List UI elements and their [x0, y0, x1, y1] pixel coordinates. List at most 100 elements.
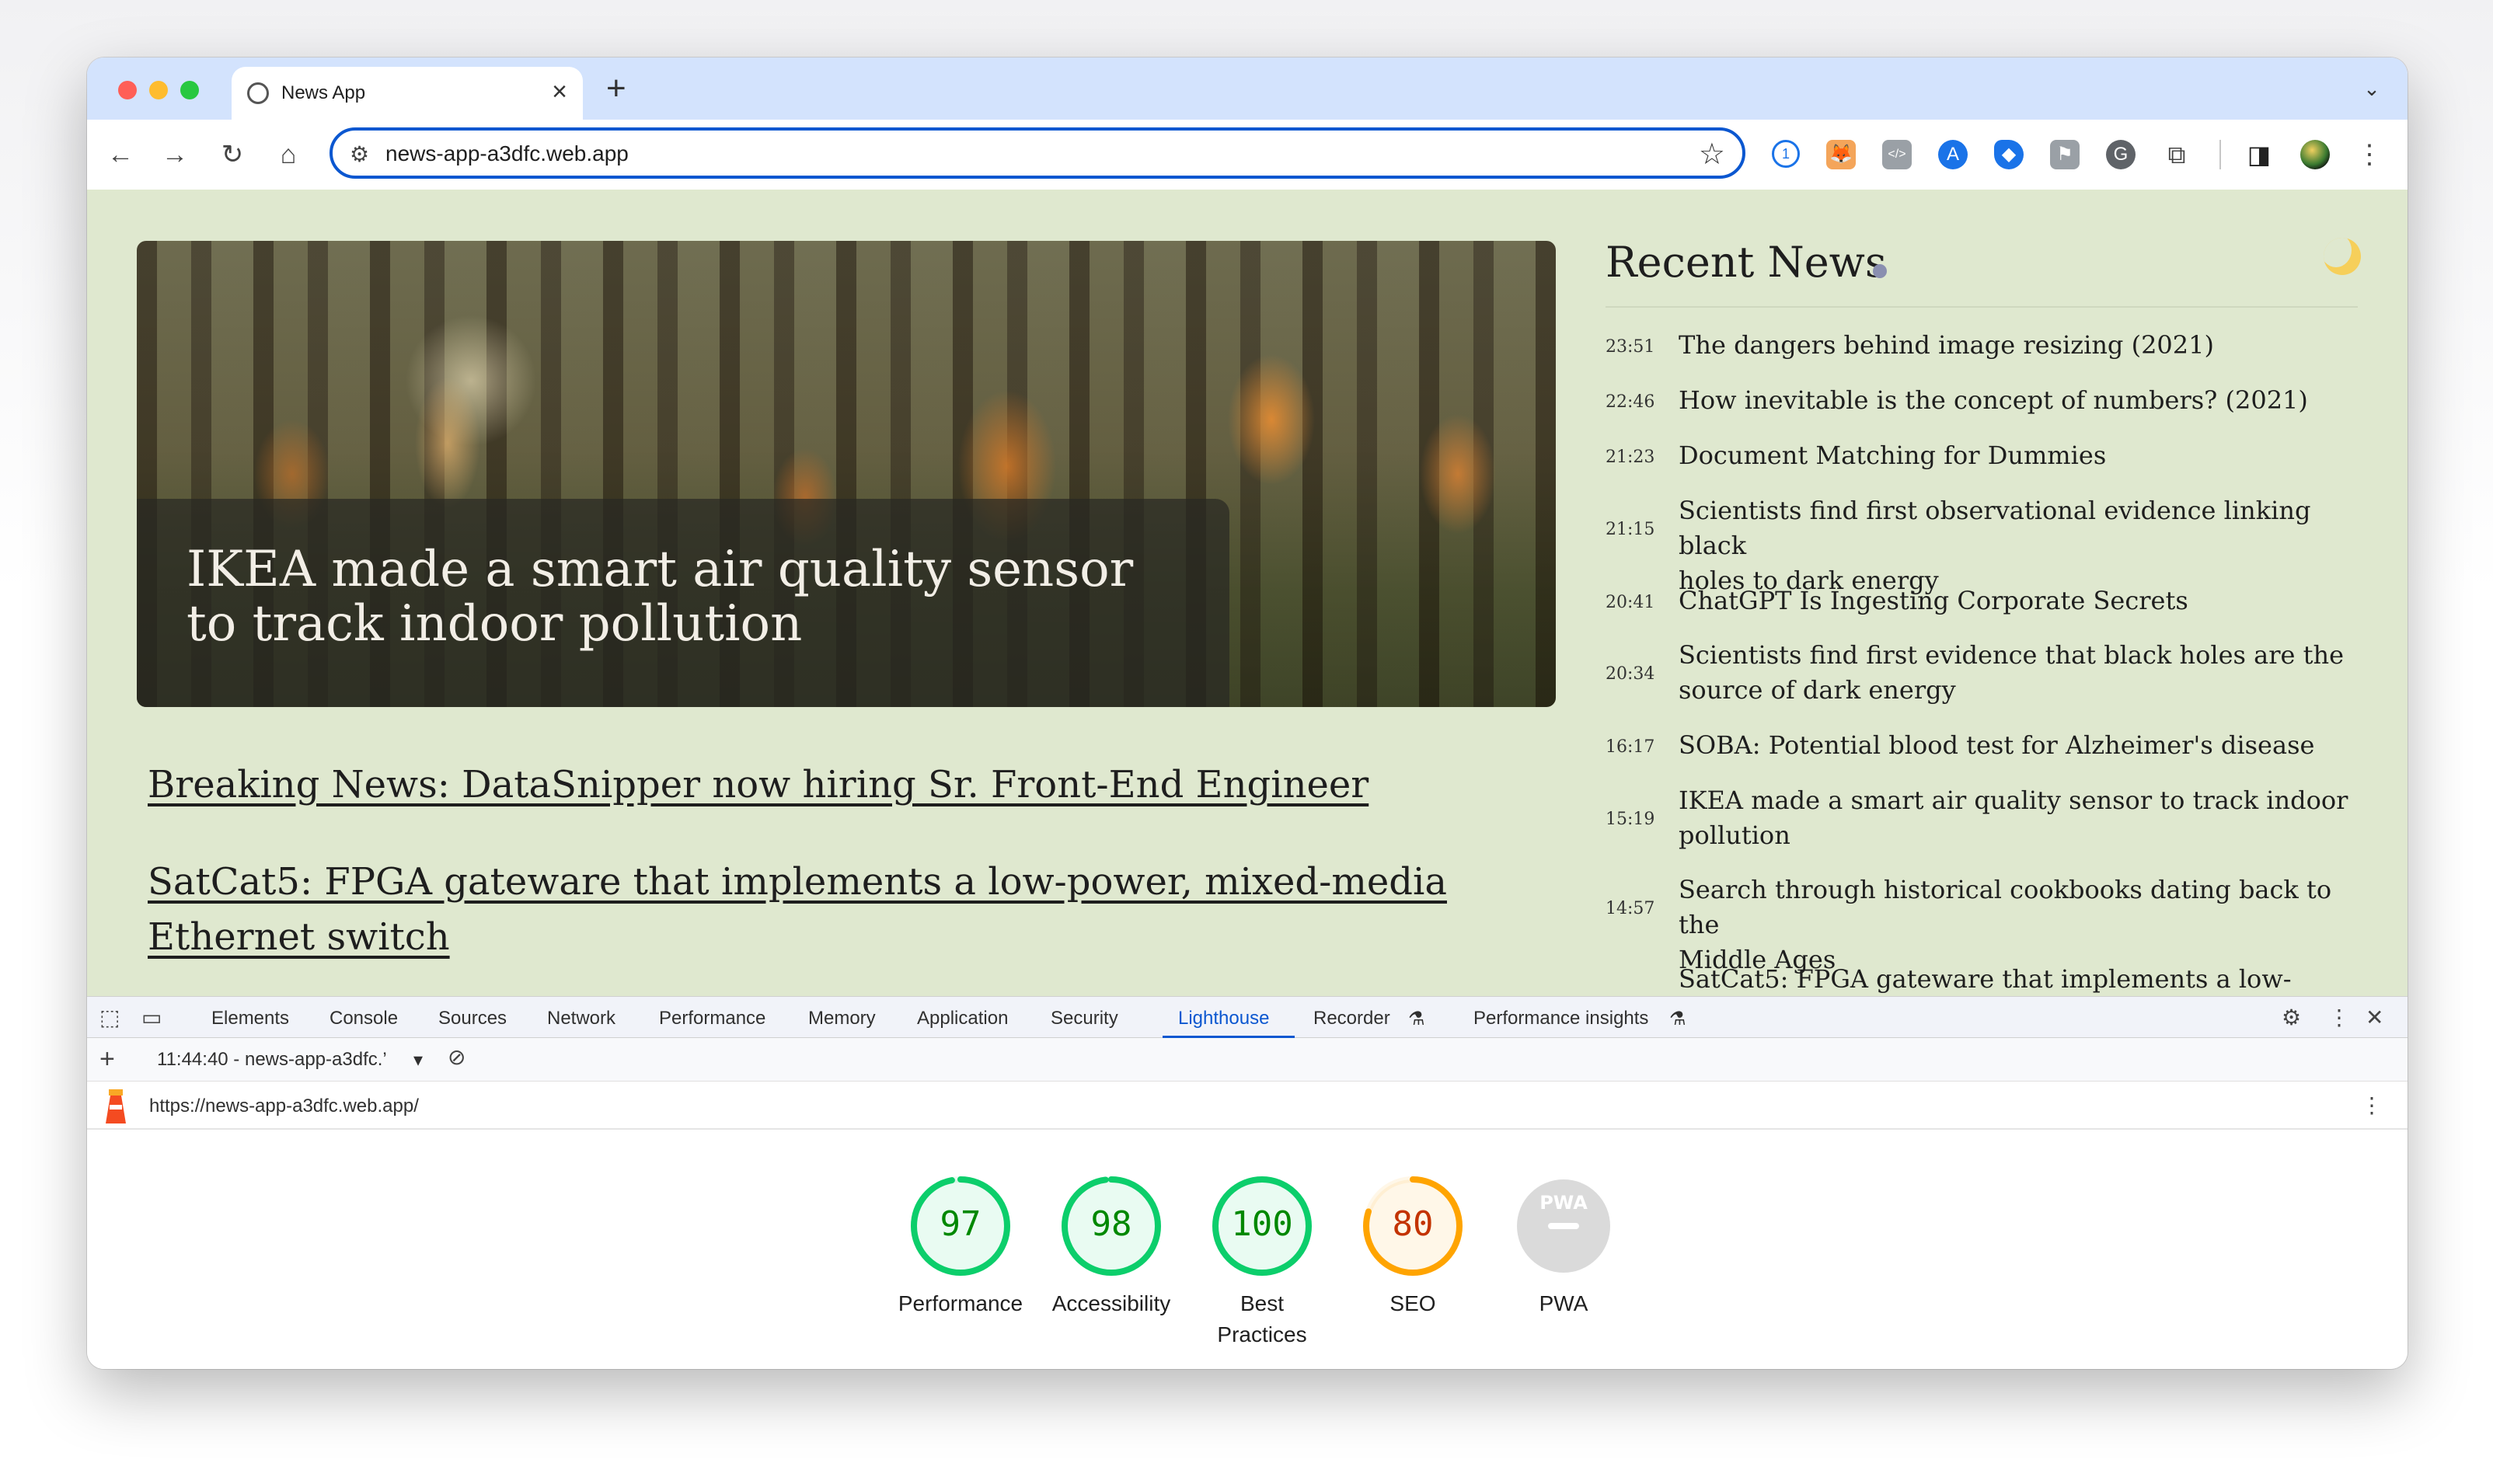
tab-close-icon[interactable]: ×: [552, 78, 567, 106]
live-indicator-dot: [1873, 264, 1887, 278]
news-time: 20:34: [1606, 664, 1655, 684]
flag-icon[interactable]: ⚑: [2050, 140, 2080, 169]
news-title[interactable]: Document Matching for Dummies: [1679, 438, 2352, 473]
tab-application[interactable]: Application: [917, 1008, 1008, 1029]
tab-search-chevron-down-icon[interactable]: ⌄: [2355, 71, 2389, 106]
gauge-label: Performance: [898, 1291, 1023, 1315]
news-title[interactable]: How inevitable is the concept of numbers…: [1679, 383, 2352, 418]
close-window-button[interactable]: [118, 81, 137, 99]
report-selector[interactable]: 11:44:40 - news-app-a3dfc.’: [157, 1049, 387, 1071]
lighthouse-logo-icon: [106, 1089, 126, 1123]
score-gauge-performance[interactable]: 97: [908, 1173, 1013, 1279]
gauge-label: SEO: [1389, 1291, 1436, 1315]
translate-icon[interactable]: A: [1938, 140, 1968, 169]
flask-icon: ⚗: [1669, 1008, 1686, 1029]
score-gauge-pwa[interactable]: PWA: [1511, 1173, 1616, 1279]
flask-icon: ⚗: [1408, 1008, 1425, 1029]
tab-network[interactable]: Network: [547, 1008, 615, 1029]
back-arrow-icon[interactable]: ←: [99, 134, 141, 176]
news-time: 23:51: [1606, 337, 1655, 357]
reload-icon[interactable]: ↻: [211, 134, 253, 176]
headline-link[interactable]: Ethernet switch: [148, 909, 450, 965]
browser-window: News App × + ⌄ ← → ↻ ⌂ ⚙ news-app-a3dfc.…: [87, 57, 2408, 1369]
tab-news-app[interactable]: News App ×: [232, 67, 583, 120]
news-time: 20:41: [1606, 593, 1655, 612]
report-url-bar: https://news-app-a3dfc.web.app/ ⋮: [87, 1082, 2408, 1130]
minimize-window-button[interactable]: [149, 81, 168, 99]
news-time: 15:19: [1606, 810, 1655, 829]
home-icon[interactable]: ⌂: [267, 134, 309, 176]
news-title[interactable]: ChatGPT Is Ingesting Corporate Secrets: [1679, 583, 2352, 618]
news-title[interactable]: IKEA made a smart air quality sensor to …: [1679, 783, 2352, 853]
recent-news-heading: Recent News: [1606, 238, 1887, 287]
tab-performance[interactable]: Performance: [659, 1008, 765, 1029]
news-time: 14:57: [1606, 899, 1655, 918]
more-options-icon[interactable]: ⋮: [2328, 1005, 2350, 1030]
clear-reports-icon[interactable]: ⊘: [448, 1044, 465, 1070]
score-gauge-accessibility[interactable]: 98: [1058, 1173, 1164, 1279]
tab-lighthouse[interactable]: Lighthouse: [1178, 1008, 1269, 1029]
tab-security[interactable]: Security: [1051, 1008, 1118, 1029]
maximize-window-button[interactable]: [180, 81, 199, 99]
tab-memory[interactable]: Memory: [808, 1008, 876, 1029]
metamask-icon[interactable]: 🦊: [1826, 140, 1856, 169]
tab-console[interactable]: Console: [329, 1008, 398, 1029]
code-icon[interactable]: </>: [1882, 140, 1912, 169]
tab-performance-insights[interactable]: Performance insights: [1473, 1008, 1648, 1029]
gauge-label: Best Practices: [1217, 1291, 1307, 1346]
gauge-score: 97: [940, 1204, 982, 1244]
gauge-score: 100: [1231, 1204, 1292, 1244]
gauge-score: 98: [1091, 1204, 1132, 1244]
address-bar[interactable]: ⚙ news-app-a3dfc.web.app ☆: [329, 127, 1745, 179]
hero-article-card[interactable]: IKEA made a smart air quality sensor to …: [137, 241, 1556, 707]
news-title[interactable]: SOBA: Potential blood test for Alzheimer…: [1679, 728, 2352, 763]
inspect-element-icon[interactable]: ⬚: [99, 1005, 120, 1030]
chevron-down-icon[interactable]: ▾: [413, 1049, 423, 1071]
tag-icon[interactable]: ◆: [1994, 140, 2024, 169]
toolbar-divider: [2219, 140, 2221, 169]
1password-icon[interactable]: 1: [1772, 140, 1800, 168]
score-gauge-seo[interactable]: 80: [1360, 1173, 1466, 1279]
forward-arrow-icon[interactable]: →: [154, 134, 196, 176]
devtools-panel: ⬚ ▭ Elements Console Sources Network Per…: [87, 996, 2408, 1369]
hero-title[interactable]: IKEA made a smart air quality sensor to …: [187, 542, 1197, 651]
news-title[interactable]: Scientists find first evidence that blac…: [1679, 638, 2352, 708]
site-info-icon[interactable]: ⚙: [350, 141, 369, 167]
gauge-label: Accessibility: [1051, 1291, 1171, 1315]
new-report-plus-icon[interactable]: +: [99, 1044, 115, 1075]
favicon-icon: [247, 82, 269, 104]
settings-gear-icon[interactable]: ⚙: [2282, 1005, 2301, 1030]
address-bar-url[interactable]: news-app-a3dfc.web.app: [385, 141, 629, 166]
pwa-badge: PWA: [1539, 1192, 1588, 1214]
close-devtools-icon[interactable]: ✕: [2366, 1005, 2383, 1030]
device-toolbar-icon[interactable]: ▭: [141, 1005, 162, 1030]
lighthouse-toolbar: + 11:44:40 - news-app-a3dfc.’ ▾ ⊘: [87, 1038, 2408, 1082]
new-tab-button[interactable]: +: [606, 70, 626, 107]
devtools-tab-bar: ⬚ ▭ Elements Console Sources Network Per…: [87, 996, 2408, 1039]
avatar[interactable]: [2300, 140, 2330, 169]
headline-link[interactable]: Breaking News: DataSnipper now hiring Sr…: [148, 757, 1369, 813]
report-url[interactable]: https://news-app-a3dfc.web.app/: [149, 1096, 419, 1117]
news-title[interactable]: The dangers behind image resizing (2021): [1679, 328, 2352, 363]
page-viewport: IKEA made a smart air quality sensor to …: [87, 190, 2408, 996]
bookmark-star-icon[interactable]: ☆: [1699, 137, 1725, 172]
tab-recorder[interactable]: Recorder: [1313, 1008, 1390, 1029]
tab-title: News App: [281, 82, 366, 103]
browser-menu-icon[interactable]: ⋮: [2348, 134, 2390, 176]
news-title[interactable]: Scientists find first observational evid…: [1679, 493, 2352, 598]
grammarly-icon[interactable]: G: [2106, 140, 2136, 169]
news-time: 16:17: [1606, 737, 1655, 757]
browser-toolbar: ← → ↻ ⌂ ⚙ news-app-a3dfc.web.app ☆ 1 🦊 <…: [87, 120, 2408, 190]
tab-sources[interactable]: Sources: [438, 1008, 507, 1029]
tab-elements[interactable]: Elements: [211, 1008, 289, 1029]
theme-toggle-moon-icon[interactable]: [2324, 238, 2361, 275]
side-panel-icon[interactable]: ◨: [2244, 140, 2274, 169]
pwa-dash-icon: [1548, 1223, 1579, 1229]
headline-link[interactable]: SatCat5: FPGA gateware that implements a…: [148, 854, 1447, 910]
score-gauge-best-practices[interactable]: 100: [1209, 1173, 1315, 1279]
news-title[interactable]: SatCat5: FPGA gateware that implements a…: [1679, 962, 2352, 996]
gauge-score: 80: [1393, 1204, 1434, 1244]
extensions-puzzle-icon[interactable]: ⧉: [2162, 140, 2191, 169]
news-time: 21:23: [1606, 448, 1655, 467]
report-menu-icon[interactable]: ⋮: [2361, 1092, 2383, 1118]
